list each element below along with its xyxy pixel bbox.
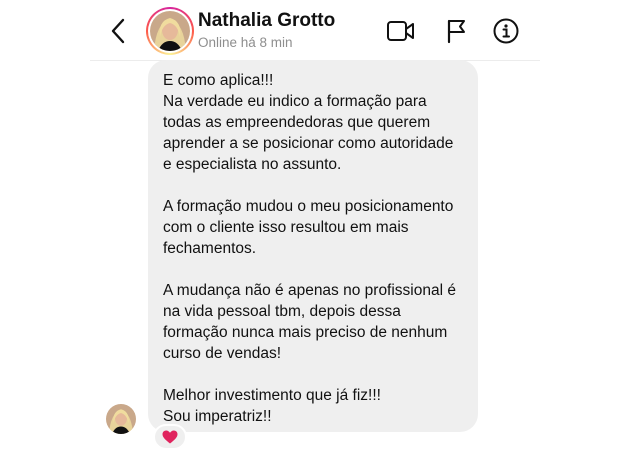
profile-photo bbox=[106, 404, 136, 434]
flag-icon bbox=[447, 19, 465, 44]
info-icon bbox=[493, 18, 519, 44]
message-paragraph: E como aplica!!! Na verdade eu indico a … bbox=[163, 72, 454, 173]
avatar[interactable] bbox=[150, 11, 190, 51]
heart-reaction[interactable] bbox=[153, 424, 187, 450]
message-paragraph: Melhor investimento que já fiz!!! Sou im… bbox=[163, 387, 381, 425]
video-call-button[interactable] bbox=[385, 15, 417, 47]
info-button[interactable] bbox=[490, 15, 522, 47]
heart-icon bbox=[162, 430, 178, 444]
online-status: Online há 8 min bbox=[198, 35, 293, 50]
report-button[interactable] bbox=[440, 15, 472, 47]
back-button[interactable] bbox=[104, 14, 132, 48]
chat-header: Nathalia Grotto Online há 8 min bbox=[0, 0, 630, 60]
message-bubble[interactable]: E como aplica!!! Na verdade eu indico a … bbox=[148, 60, 478, 432]
contact-name[interactable]: Nathalia Grotto bbox=[198, 10, 335, 32]
sender-avatar[interactable] bbox=[106, 404, 136, 434]
chevron-left-icon bbox=[111, 18, 125, 44]
video-camera-icon bbox=[387, 21, 414, 41]
profile-photo bbox=[150, 11, 190, 51]
message-paragraph: A mudança não é apenas no profissional é… bbox=[163, 282, 456, 362]
message-paragraph: A formação mudou o meu posicionamento co… bbox=[163, 198, 454, 257]
